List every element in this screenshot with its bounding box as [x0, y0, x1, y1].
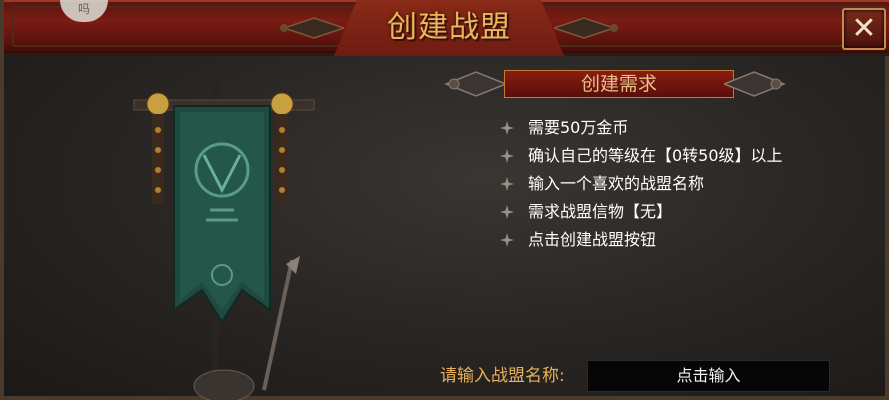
requirement-text: 确认自己的等级在【0转50级】以上	[528, 146, 783, 165]
list-item: 点击创建战盟按钮	[500, 226, 860, 254]
list-item: 输入一个喜欢的战盟名称	[500, 170, 860, 198]
list-item: 确认自己的等级在【0转50级】以上	[500, 142, 860, 170]
requirement-text: 输入一个喜欢的战盟名称	[528, 174, 705, 193]
create-guild-dialog: 创建战盟 吗 ✕ 创建需求 需要50万金币 确认自己的等级在【0转50级】以上 …	[0, 0, 889, 400]
star-bullet-icon	[500, 233, 514, 247]
requirement-text: 需求战盟信物【无】	[528, 202, 673, 221]
guild-banner-artwork	[133, 80, 315, 400]
guild-name-input[interactable]: 点击输入	[587, 360, 830, 392]
requirements-list: 需要50万金币 确认自己的等级在【0转50级】以上 输入一个喜欢的战盟名称 需求…	[500, 114, 860, 254]
requirements-title: 创建需求	[580, 73, 657, 95]
star-bullet-icon	[500, 121, 514, 135]
dialog-title: 创建战盟	[387, 10, 511, 45]
star-bullet-icon	[500, 149, 514, 163]
title-ornament-right	[554, 17, 618, 39]
requirements-header: 创建需求	[474, 68, 764, 100]
close-icon: ✕	[851, 11, 877, 46]
skull-right-icon	[270, 92, 294, 116]
guild-name-label: 请输入战盟名称:	[440, 366, 565, 386]
requirement-text: 需要50万金币	[528, 118, 629, 137]
close-button[interactable]: ✕	[842, 8, 886, 50]
star-bullet-icon	[500, 177, 514, 191]
list-item: 需要50万金币	[500, 114, 860, 142]
star-bullet-icon	[500, 205, 514, 219]
requirements-ornament-right	[724, 71, 787, 97]
requirement-text: 点击创建战盟按钮	[528, 230, 657, 249]
list-item: 需求战盟信物【无】	[500, 198, 860, 226]
skull-left-icon	[146, 92, 170, 116]
